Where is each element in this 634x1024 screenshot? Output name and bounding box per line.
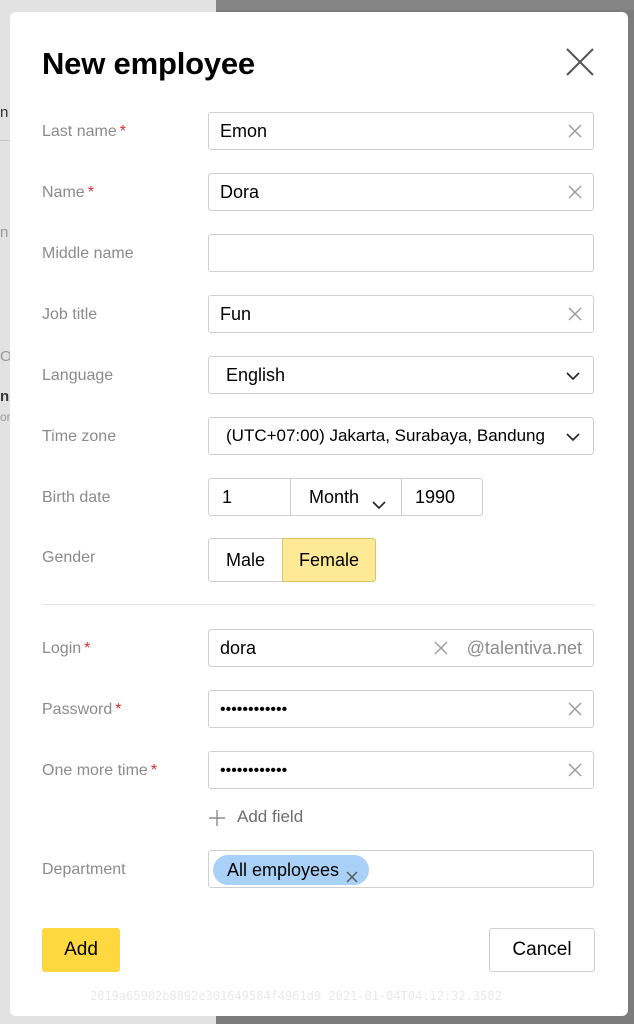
login-value: dora [220,638,257,658]
birth-year-input[interactable]: 1990 [401,478,483,516]
required-mark: * [115,701,122,718]
login-input[interactable]: dora @talentiva.net [208,629,594,667]
language-value: English [226,365,286,385]
remove-tag-icon[interactable] [345,863,359,883]
clear-icon[interactable] [567,123,583,139]
chevron-down-icon [371,489,387,510]
last-name-label: Last name * [42,123,126,140]
middle-name-label: Middle name [42,245,134,262]
add-button[interactable]: Add [42,928,120,972]
login-label: Login * [42,640,91,657]
close-icon[interactable] [564,46,596,78]
clear-icon[interactable] [433,640,449,656]
section-divider [42,604,595,605]
language-row: Language English [42,356,598,396]
dialog-title: New employee [42,46,255,81]
clear-icon[interactable] [567,306,583,322]
login-domain-suffix: @talentiva.net [466,638,582,658]
birth-date-row: Birth date 1 Month 1990 [42,478,598,518]
birth-month-select[interactable]: Month [290,478,402,516]
cancel-button[interactable]: Cancel [489,928,595,972]
add-field-label: Add field [237,807,304,826]
department-row: Department All employees [42,850,598,890]
job-title-row: Job title Fun [42,295,598,335]
chevron-down-icon [565,429,581,445]
birth-month-value: Month [309,487,360,507]
password-label: Password * [42,701,122,718]
last-name-input[interactable]: Emon [208,112,594,150]
name-label: Name * [42,184,94,201]
department-label: Department [42,861,126,878]
required-mark: * [119,123,126,140]
language-label: Language [42,367,114,384]
job-title-label: Job title [42,306,98,323]
gender-label: Gender [42,549,96,566]
password-input[interactable]: •••••••••••• [208,690,594,728]
password-repeat-input[interactable]: •••••••••••• [208,751,594,789]
name-value: Dora [220,182,260,202]
middle-name-row: Middle name [42,234,598,274]
clear-icon[interactable] [567,701,583,717]
gender-row: Gender Male Female [42,538,598,582]
name-row: Name * Dora [42,173,598,213]
required-mark: * [87,184,94,201]
chevron-down-icon [565,368,581,384]
language-select[interactable]: English [208,356,594,394]
birth-day-input[interactable]: 1 [208,478,291,516]
last-name-row: Last name * Emon [42,112,598,152]
password-row: Password * •••••••••••• [42,690,598,730]
middle-name-input[interactable] [208,234,594,272]
job-title-input[interactable]: Fun [208,295,594,333]
department-input[interactable]: All employees [208,850,594,888]
last-name-value: Emon [220,121,268,141]
password-repeat-value: •••••••••••• [220,762,288,779]
department-tag-label: All employees [227,860,340,880]
password-repeat-row: One more time * •••••••••••• [42,751,598,791]
job-title-value: Fun [220,304,252,324]
time-zone-label: Time zone [42,428,117,445]
birth-date-label: Birth date [42,489,111,506]
login-row: Login * dora @talentiva.net [42,629,598,669]
background-fragment: n [0,388,10,405]
background-fragment: n [0,104,9,121]
time-zone-row: Time zone (UTC+07:00) Jakarta, Surabaya,… [42,417,598,457]
gender-male-button[interactable]: Male [208,538,283,582]
name-input[interactable]: Dora [208,173,594,211]
clear-icon[interactable] [567,762,583,778]
plus-icon [208,809,226,827]
department-tag: All employees [213,855,370,885]
password-repeat-label: One more time * [42,762,158,779]
gender-female-button[interactable]: Female [282,538,376,582]
time-zone-select[interactable]: (UTC+07:00) Jakarta, Surabaya, Bandung [208,417,594,455]
new-employee-dialog: New employee Last name * Emon Name * Dora … [10,12,628,1016]
required-mark: * [84,640,91,657]
build-id-watermark: 2019a65902b8892e301649584f4961d9 2021-01… [90,989,502,1003]
background-fragment: n [0,224,9,241]
time-zone-value: (UTC+07:00) Jakarta, Surabaya, Bandung [226,426,545,445]
password-value: •••••••••••• [220,701,288,718]
clear-icon[interactable] [567,184,583,200]
required-mark: * [150,762,158,779]
